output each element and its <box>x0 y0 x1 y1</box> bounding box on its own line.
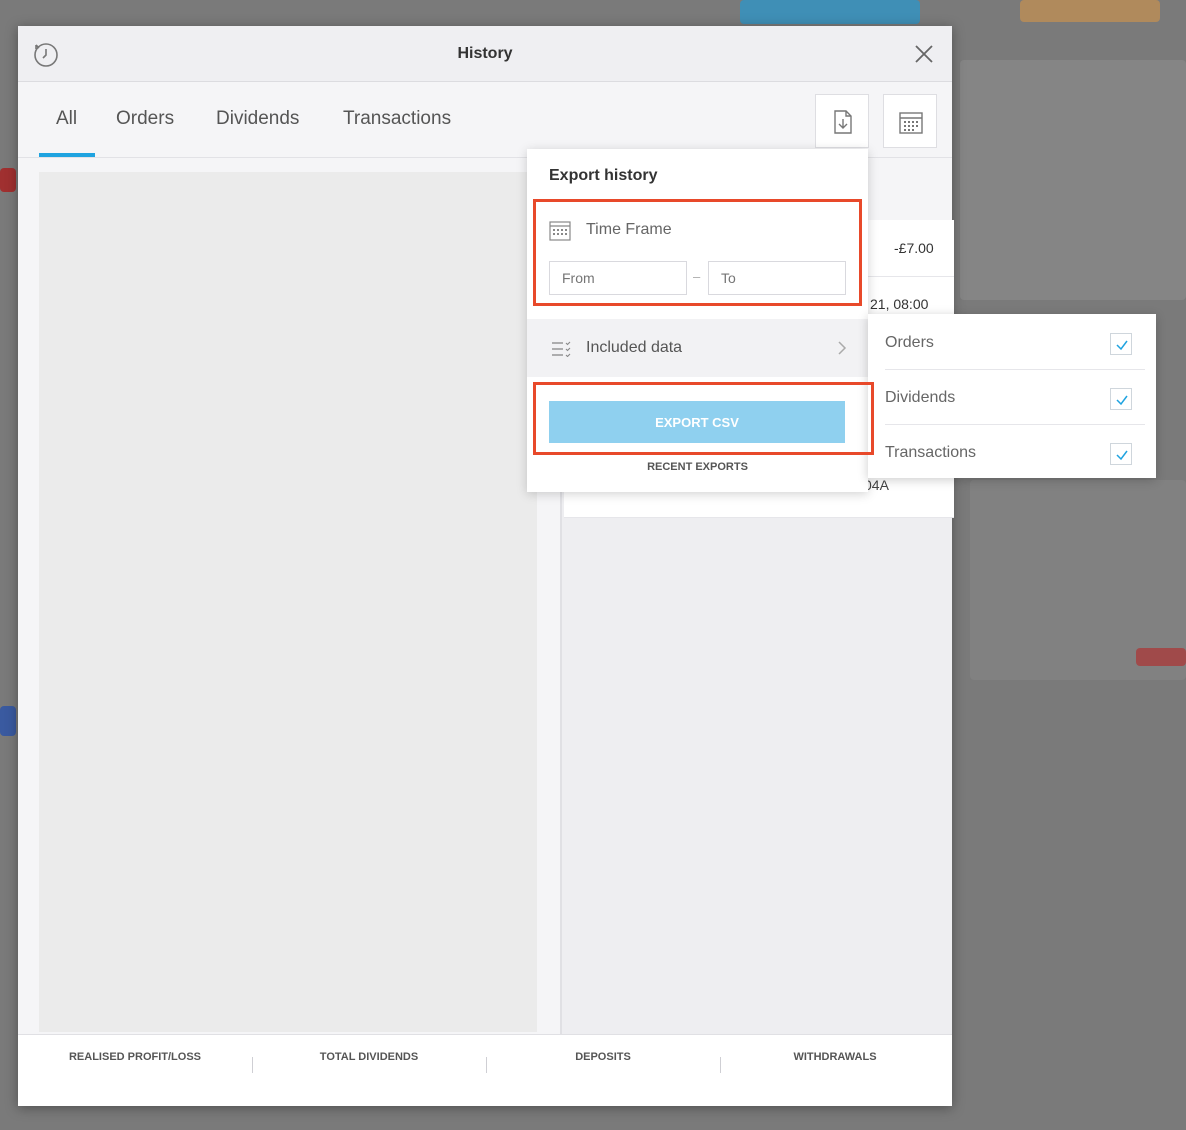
list-filter-icon <box>552 341 571 357</box>
transaction-date: 21, 08:00 <box>870 296 929 312</box>
summary-footer: REALISED PROFIT/LOSS TOTAL DIVIDENDS DEP… <box>18 1034 952 1106</box>
background-blur <box>0 168 16 192</box>
tab-orders[interactable]: Orders <box>116 108 174 130</box>
tab-bar: All Orders Dividends Transactions <box>18 82 952 158</box>
included-orders-option[interactable]: Orders <box>868 316 1156 370</box>
calendar-filter-button[interactable] <box>883 94 937 148</box>
background-blur <box>960 60 1186 300</box>
checkmark-icon <box>1116 395 1128 406</box>
checkmark-icon <box>1116 450 1128 461</box>
checkmark-icon <box>1116 340 1128 351</box>
tab-dividends[interactable]: Dividends <box>216 108 299 130</box>
history-list-placeholder <box>39 172 537 1032</box>
export-button[interactable] <box>815 94 869 148</box>
date-range-separator: – <box>693 269 701 284</box>
row-divider <box>564 517 954 518</box>
menu-divider <box>885 369 1145 370</box>
included-data-label: Included data <box>586 339 683 356</box>
close-icon[interactable] <box>912 42 936 66</box>
to-date-input[interactable] <box>708 261 846 295</box>
background-blur <box>740 0 920 24</box>
tab-transactions[interactable]: Transactions <box>343 108 451 130</box>
chevron-right-icon <box>838 341 847 355</box>
withdrawals-label: WITHDRAWALS <box>793 1051 877 1063</box>
included-data-menu: Orders Dividends Transactions <box>868 314 1156 478</box>
from-date-input[interactable] <box>549 261 687 295</box>
included-data-row[interactable]: Included data <box>527 319 868 377</box>
time-frame-label: Time Frame <box>586 221 672 238</box>
transaction-amount: -£7.00 <box>894 240 934 256</box>
included-transactions-option[interactable]: Transactions <box>868 426 1156 480</box>
background-blur <box>1020 0 1160 22</box>
modal-title: History <box>457 45 513 62</box>
deposits-label: DEPOSITS <box>575 1051 631 1063</box>
file-download-icon <box>834 110 852 134</box>
export-csv-button[interactable]: EXPORT CSV <box>549 401 845 443</box>
active-tab-indicator <box>39 153 95 157</box>
option-label: Orders <box>885 334 934 351</box>
included-dividends-option[interactable]: Dividends <box>868 371 1156 425</box>
dividends-checkbox[interactable] <box>1110 388 1132 410</box>
orders-checkbox[interactable] <box>1110 333 1132 355</box>
total-dividends-label: TOTAL DIVIDENDS <box>319 1051 419 1063</box>
background-blur <box>1136 648 1186 666</box>
transactions-checkbox[interactable] <box>1110 443 1132 465</box>
export-history-dropdown: Export history Time Frame – Included dat… <box>527 149 868 492</box>
modal-header: History <box>18 26 952 82</box>
menu-divider <box>885 424 1145 425</box>
background-blur <box>0 706 16 736</box>
export-history-title: Export history <box>549 167 658 184</box>
tab-all[interactable]: All <box>56 108 77 130</box>
option-label: Dividends <box>885 389 956 406</box>
calendar-icon <box>899 112 923 134</box>
recent-exports-link[interactable]: RECENT EXPORTS <box>527 461 868 473</box>
option-label: Transactions <box>885 444 976 461</box>
calendar-icon <box>549 221 571 241</box>
realised-profit-loss-label: REALISED PROFIT/LOSS <box>68 1051 201 1063</box>
